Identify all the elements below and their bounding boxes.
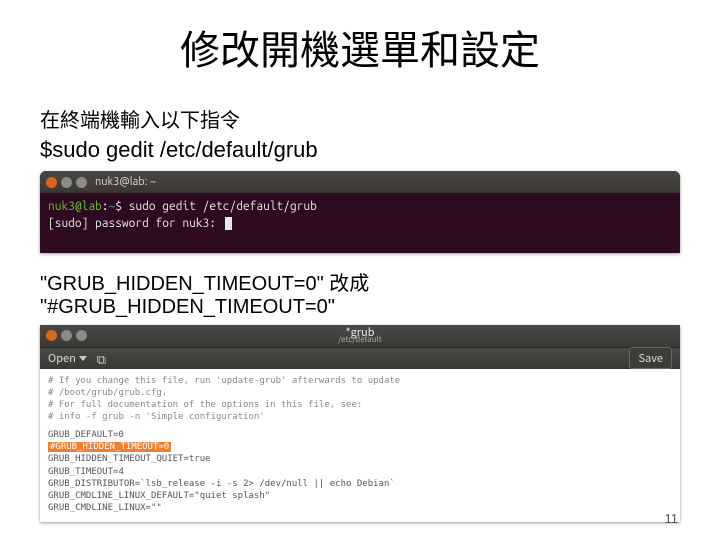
save-button[interactable]: Save	[629, 347, 672, 369]
maximize-icon[interactable]	[76, 330, 87, 341]
terminal-titlebar: nuk3@lab: ~	[40, 171, 680, 193]
modify-after-line: "#GRUB_HIDDEN_TIMEOUT=0"	[40, 296, 680, 319]
modify-before-line: "GRUB_HIDDEN_TIMEOUT=0" 改成	[40, 267, 680, 296]
terminal-window: nuk3@lab: ~ nuk3@lab:~$ sudo gedit /etc/…	[40, 171, 680, 253]
modify-verb: 改成	[329, 273, 369, 295]
minimize-icon[interactable]	[61, 177, 72, 188]
slide-title: 修改開機選單和設定	[40, 18, 680, 76]
chevron-down-icon	[79, 356, 87, 361]
editor-titlebar: *grub /etc/default	[40, 325, 680, 347]
terminal-title: nuk3@lab: ~	[95, 176, 156, 188]
prompt-symbol: $	[115, 200, 122, 213]
save-label: Save	[638, 350, 663, 366]
prompt-user: nuk3@lab	[48, 200, 102, 213]
file-line: GRUB_DEFAULT=0	[48, 429, 672, 441]
file-line: GRUB_DISTRIBUTOR=`lsb_release -i -s 2> /…	[48, 478, 672, 490]
modify-after: "#GRUB_HIDDEN_TIMEOUT=0"	[40, 296, 335, 318]
cursor-icon	[225, 217, 232, 230]
editor-window: *grub /etc/default Open ⧉ Save # If you …	[40, 325, 680, 523]
open-label: Open	[48, 350, 76, 366]
editor-toolbar: Open ⧉ Save	[40, 347, 680, 369]
command-text: $sudo gedit /etc/default/grub	[40, 137, 680, 163]
page-number: 11	[665, 511, 679, 526]
modify-before: "GRUB_HIDDEN_TIMEOUT=0"	[40, 273, 324, 295]
file-line: GRUB_TIMEOUT=4	[48, 466, 672, 478]
close-icon[interactable]	[46, 330, 57, 341]
open-button[interactable]: Open	[48, 350, 87, 366]
editor-body[interactable]: # If you change this file, run 'update-g…	[40, 369, 680, 523]
file-line: GRUB_CMDLINE_LINUX_DEFAULT="quiet splash…	[48, 490, 672, 502]
terminal-command: sudo gedit /etc/default/grub	[129, 200, 317, 213]
file-line: # If you change this file, run 'update-g…	[48, 375, 672, 387]
new-tab-button[interactable]: ⧉	[97, 349, 106, 368]
minimize-icon[interactable]	[61, 330, 72, 341]
close-icon[interactable]	[46, 177, 57, 188]
file-line: GRUB_HIDDEN_TIMEOUT_QUIET=true	[48, 453, 672, 465]
maximize-icon[interactable]	[76, 177, 87, 188]
instruction-subhead: 在終端機輸入以下指令	[40, 104, 680, 133]
file-line: # info -f grub -n 'Simple configuration'	[48, 411, 672, 423]
editor-subtitle: /etc/default	[338, 336, 382, 344]
file-line: # For full documentation of the options …	[48, 399, 672, 411]
file-line: GRUB_CMDLINE_LINUX=""	[48, 502, 672, 514]
terminal-body: nuk3@lab:~$ sudo gedit /etc/default/grub…	[40, 193, 680, 253]
highlighted-line: #GRUB_HIDDEN_TIMEOUT=0	[48, 442, 171, 452]
terminal-output: [sudo] password for nuk3:	[48, 217, 216, 230]
file-line: # /boot/grub/grub.cfg.	[48, 387, 672, 399]
